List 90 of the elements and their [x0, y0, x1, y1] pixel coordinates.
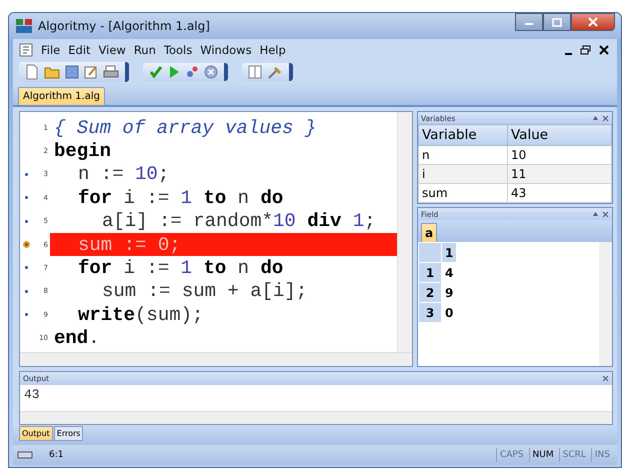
window-icon[interactable] [248, 65, 262, 79]
code-token: ; [169, 234, 181, 256]
code-token: 1 [180, 186, 192, 209]
cursor-position: 6:1 [48, 450, 64, 460]
code-token: begin [54, 140, 112, 162]
close-icon[interactable] [602, 210, 609, 218]
code-token: for [78, 186, 112, 209]
code-token: do [260, 257, 284, 280]
status-indicator: CAPS [496, 448, 527, 462]
print-icon[interactable] [103, 65, 119, 79]
maximize-button[interactable] [543, 13, 571, 31]
table-cell: 43 [508, 184, 612, 202]
table-cell: i [418, 164, 508, 184]
edit-icon[interactable] [84, 65, 98, 79]
code-token: i := [122, 186, 170, 209]
code-token: sum := sum + a[i]; [102, 280, 308, 302]
code-token: to [202, 186, 226, 209]
row-header: 2 [418, 282, 442, 302]
column-header: 1 [442, 242, 457, 262]
close-button[interactable] [597, 45, 611, 55]
code-token: 10 [135, 163, 158, 186]
scrollbar[interactable] [20, 352, 412, 366]
pin-icon[interactable] [592, 115, 599, 121]
close-icon[interactable] [602, 375, 609, 382]
menu-item[interactable]: Edit [68, 43, 91, 57]
scrollbar[interactable] [20, 411, 612, 424]
document-tab[interactable]: Algorithm 1.alg [18, 87, 105, 105]
code-token: 1 [352, 210, 364, 232]
minimize-button[interactable] [515, 13, 543, 31]
restore-button[interactable] [578, 45, 593, 55]
keyboard-icon [17, 450, 33, 460]
code-token: end [54, 327, 88, 350]
document-icon [19, 43, 33, 57]
app-icon [15, 18, 33, 34]
folder-icon[interactable] [44, 65, 60, 79]
status-indicator: INS [590, 448, 613, 462]
status-indicator: NUM [528, 448, 557, 462]
scrollbar[interactable] [599, 242, 612, 366]
column-header: Value [508, 124, 612, 146]
status-indicator: SCRL [558, 448, 589, 462]
table-cell: sum [418, 184, 508, 202]
maximize-icon [552, 18, 562, 26]
panel-tab[interactable]: Output [19, 426, 53, 441]
code-token: i := [122, 257, 170, 280]
code-token: n [236, 257, 250, 280]
code-token: write [78, 304, 136, 326]
menu-item[interactable]: View [98, 43, 126, 57]
minimize-icon [565, 52, 572, 54]
close-icon[interactable] [602, 114, 609, 122]
code-token: a[i] := random* [102, 210, 274, 232]
row-header: 1 [418, 262, 442, 282]
code-token: ; [364, 210, 376, 232]
new-document-icon[interactable] [25, 64, 39, 80]
close-icon [599, 45, 609, 55]
code-token: 0 [158, 234, 170, 256]
window-title: Algoritmy - [Algorithm 1.alg] [38, 19, 211, 33]
code-token: { Sum of array values } [54, 116, 316, 139]
code-token: . [88, 327, 100, 350]
code-token: n := [78, 163, 125, 186]
table-cell: 11 [508, 164, 612, 184]
close-button[interactable] [571, 13, 615, 31]
code-token: (sum); [135, 304, 204, 326]
code-token: n [236, 186, 250, 209]
row-header: 3 [418, 302, 442, 322]
code-token: 1 [180, 257, 192, 280]
menu-item[interactable]: File [41, 43, 60, 57]
code-token: 10 [273, 210, 296, 232]
pin-icon[interactable] [592, 211, 599, 217]
tools-icon[interactable] [267, 65, 283, 79]
output-text: 43 [23, 386, 41, 404]
column-header: Variable [418, 124, 508, 146]
close-icon [588, 17, 598, 27]
scrollbar[interactable] [397, 112, 412, 352]
code-token: to [202, 257, 226, 280]
code-token: for [78, 257, 112, 280]
check-icon[interactable] [149, 65, 163, 79]
array-tab[interactable]: a [421, 223, 438, 242]
code-token: do [260, 186, 284, 209]
menu-item[interactable]: Help [260, 43, 286, 57]
save-icon[interactable] [65, 65, 79, 79]
breakpoint-icon[interactable] [23, 240, 30, 248]
stop-icon[interactable] [204, 65, 218, 79]
panel-tab[interactable]: Errors [54, 426, 84, 441]
code-token: sum := [78, 234, 148, 256]
code-token: ; [158, 163, 170, 186]
restore-icon [580, 45, 591, 55]
menu-item[interactable]: Tools [164, 43, 192, 57]
menu-item[interactable]: Windows [200, 43, 252, 57]
code-token: div [306, 210, 342, 232]
menu-item[interactable]: Run [134, 43, 156, 57]
